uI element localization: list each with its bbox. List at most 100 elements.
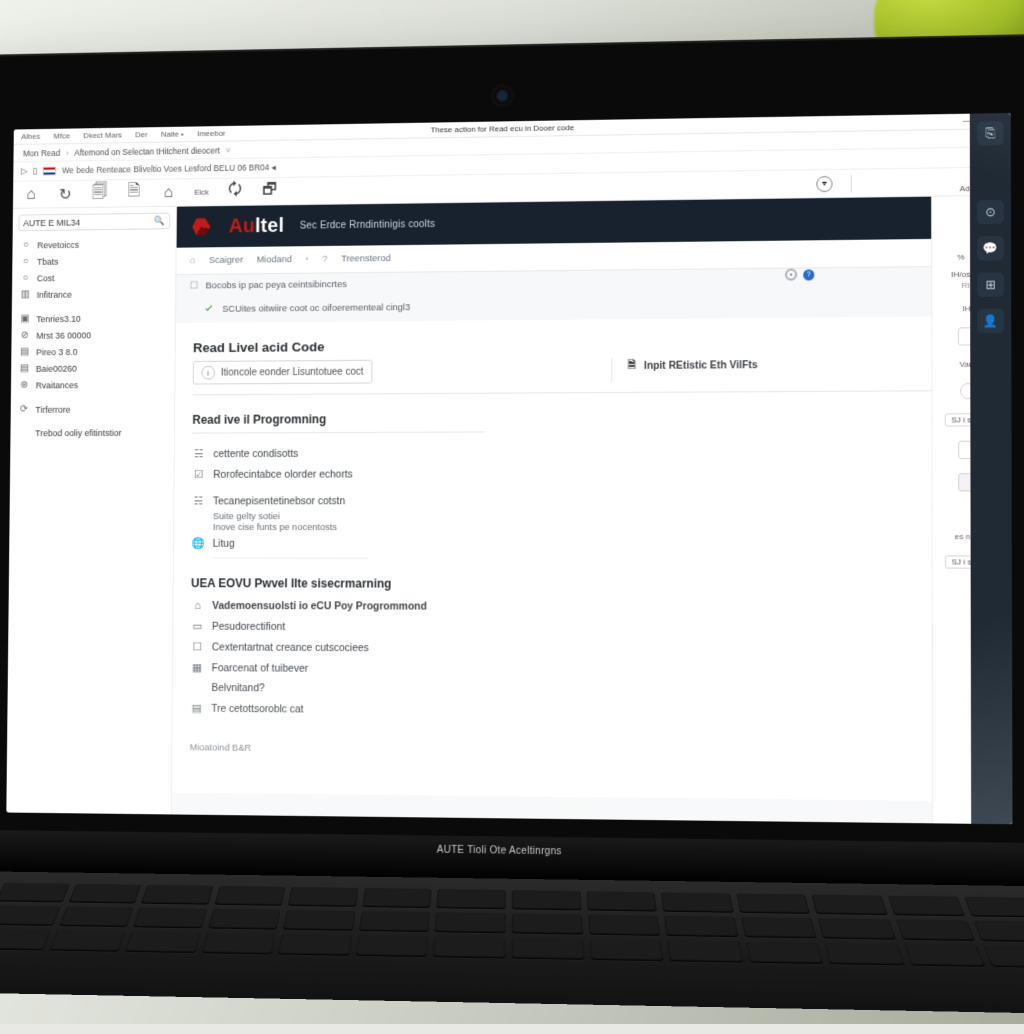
brand-subtitle: Sec Erdce Rrndintinigis coolts	[300, 219, 435, 232]
rail-button[interactable]: ⊙	[977, 200, 1004, 225]
refresh-icon[interactable]: ↻	[57, 185, 74, 203]
refresh-icon: ⟳	[18, 404, 30, 415]
list-item-label: Foarcenat of tuibever	[212, 662, 309, 674]
chip-row[interactable]: i Itioncole eonder Lisuntotuee coct	[193, 360, 373, 385]
sidebar-item[interactable]: ▣ Tenries3.10	[17, 309, 169, 327]
list-item-label: cettente condisotts	[213, 448, 298, 460]
list-item[interactable]: 🌐Litug	[191, 533, 993, 554]
window-icon[interactable]: 🗗	[261, 182, 279, 200]
help-icon[interactable]: ?	[803, 269, 814, 280]
rail-button[interactable]: 👤	[977, 309, 1004, 333]
list-sub: Suite gelty sotiei	[192, 511, 994, 522]
tab-help-icon[interactable]: ?	[322, 254, 327, 265]
list-item[interactable]: ☵cettente condisotts	[192, 441, 993, 464]
sidebar-item[interactable]: ▤Pireo 3 8.0	[17, 343, 169, 361]
panel-heading-label: Inpit REtistic Eth VilFts	[644, 360, 758, 372]
breadcrumb-sep: ›	[66, 147, 69, 157]
sidebar-item[interactable]: ○Cost	[18, 268, 170, 286]
menu-item[interactable]: Dkect Mars	[83, 131, 122, 140]
rail-button[interactable]: ⎘	[977, 121, 1004, 146]
nav-box-icon[interactable]: ▯	[33, 166, 38, 177]
module-icon: ▣	[19, 313, 31, 324]
brand-name: Aultel	[229, 215, 285, 238]
info-text: Bocobs ip pac peya ceintsibincrtes	[206, 279, 347, 291]
section-heading: UEA EOVU Pwvel Ilte sisecrmarning	[191, 576, 993, 592]
menu-item[interactable]: Mfce	[54, 131, 71, 140]
list-item-label: Vademoensuolsti io eCU Poy Progrommond	[212, 600, 427, 613]
toolbar-divider	[851, 174, 852, 192]
sidebar-item-label: Tirferrore	[35, 404, 70, 414]
sidebar-item-label: Revetoiccs	[37, 240, 79, 250]
section-heading: Read Livel acid Code	[193, 334, 993, 355]
list-icon: ▤	[19, 347, 31, 358]
section-heading: Read ive il Progromning	[192, 409, 993, 427]
info-icon: ☐	[190, 281, 198, 292]
sidebar-item-label: Tenries3.10	[36, 314, 80, 324]
grid-icon: ▥	[20, 289, 32, 300]
sidebar-item-label: Rvaitances	[36, 380, 79, 390]
status-indicator-icon	[785, 269, 797, 281]
toolbar-label: Elck	[194, 188, 209, 197]
list-item[interactable]: ▤ Tre cetottsoroblc cat	[190, 698, 994, 725]
list-item-label: Belvnitand?	[211, 682, 264, 694]
target-icon[interactable]: ⌖	[816, 175, 832, 191]
chip-label: Itioncole eonder Lisuntotuee coct	[221, 366, 364, 378]
menu-item[interactable]: Der	[135, 130, 147, 139]
menu-item[interactable]: Naite •	[161, 130, 184, 139]
checkbox-icon: ☐	[190, 640, 204, 653]
sidebar-item-label: Tbats	[37, 256, 59, 266]
rail-button[interactable]: ⊞	[977, 272, 1004, 297]
house-icon[interactable]: ⌂	[160, 184, 177, 202]
card-icon: ▭	[191, 620, 205, 633]
list-item-label: Cextentartnat creance cutscociees	[212, 641, 369, 654]
hinge-label: AUTE Tioli Ote Aceltinrgns	[0, 830, 1024, 875]
list-icon: ▤	[19, 363, 31, 374]
sidebar-search[interactable]: 🔍	[18, 213, 170, 231]
link-icon[interactable]: %	[957, 253, 964, 262]
sidebar-item[interactable]: ⊛ Rvaitances	[17, 376, 169, 394]
sidebar-item[interactable]: ○Tbats	[18, 252, 170, 270]
gear-icon: ⊛	[19, 380, 31, 391]
home-icon[interactable]: ⌂	[22, 186, 39, 204]
breadcrumb-item[interactable]: Aftemond on Selectan tHitchent dieocert	[74, 145, 220, 157]
tab-item[interactable]: Treensterod	[341, 253, 391, 264]
nav-back-icon[interactable]: ▷	[21, 166, 27, 177]
breadcrumb-caret-icon[interactable]: ˅	[226, 145, 231, 155]
search-icon[interactable]: 🔍	[155, 216, 166, 227]
laptop-camera	[494, 88, 510, 104]
list-icon: ▤	[190, 702, 204, 715]
sidebar-item[interactable]: ○Revetoiccs	[18, 235, 170, 253]
list-item-label: Rorofecintabce olorder echorts	[213, 468, 353, 480]
list-item[interactable]: ☵Tecanepisentetinebsor cotstn	[192, 489, 994, 511]
check-icon	[203, 303, 215, 315]
rail-button[interactable]: 💬	[977, 236, 1004, 261]
home-icon: ⌂	[191, 600, 205, 612]
list-sub: Inove cise funts pe nocentosts	[191, 522, 993, 533]
sync-icon[interactable]: 🗘	[226, 183, 243, 201]
doc-icon[interactable]: 🗎	[125, 184, 142, 202]
tab-item[interactable]: Miodand	[257, 254, 292, 265]
rows-icon: ☵	[192, 495, 206, 508]
option-list: ☵cettente condisotts ☑Rorofecintabce olo…	[191, 441, 993, 560]
brand-logo-icon	[190, 216, 211, 238]
tab-item[interactable]: Scaigrer	[209, 255, 243, 266]
breadcrumb-item[interactable]: Mon Read	[23, 148, 60, 158]
sidebar-item-label: Trebod ooliy efitintstior	[35, 428, 121, 438]
list-item[interactable]: ☑ Rorofecintabce olorder echorts	[192, 462, 993, 485]
info-text: SCUites oitwiire coot oc oifoerementeal …	[222, 302, 410, 315]
menu-item[interactable]: Albes	[21, 132, 40, 141]
tab-home-icon[interactable]: ⌂	[190, 255, 196, 266]
sidebar-item[interactable]: ⊘Mrst 36 00000	[17, 326, 169, 344]
search-input[interactable]	[23, 216, 151, 227]
sidebar-item[interactable]: ▥Infitrance	[18, 285, 170, 303]
globe-icon: 🌐	[191, 537, 205, 550]
info-badge-icon: i	[201, 366, 215, 380]
sidebar-item[interactable]: Trebod ooliy efitintstior	[16, 425, 168, 441]
menu-item[interactable]: Imeebor	[197, 129, 225, 138]
copy-icon[interactable]: 🗐	[91, 185, 108, 203]
checkbox-icon: ☑	[192, 468, 206, 481]
list-item-label: Tre cetottsoroblc cat	[211, 702, 303, 715]
address-text: We bede Renteace Bliveltio Voes Lesford …	[62, 162, 276, 176]
sidebar-item[interactable]: ▤Baie00260	[17, 359, 169, 377]
sidebar-item[interactable]: ⟳ Tirferrore	[16, 400, 168, 417]
